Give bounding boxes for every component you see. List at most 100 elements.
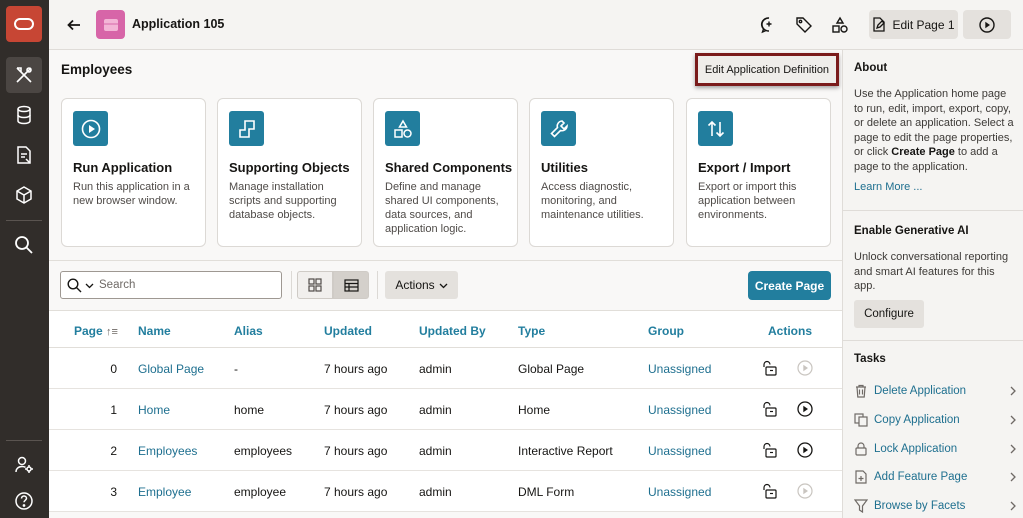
wrench-icon — [541, 111, 576, 146]
table-row: 2 Employees employees 7 hours ago admin … — [49, 430, 842, 471]
task-add-feature-page[interactable]: Add Feature Page — [854, 467, 1018, 487]
task-browse-by-facets[interactable]: Browse by Facets — [854, 496, 1018, 516]
unlock-icon[interactable] — [761, 359, 779, 377]
column-header-updated[interactable]: Updated — [324, 324, 372, 338]
tasks-section: Tasks Delete Application Copy Applicatio… — [843, 341, 1023, 518]
run-page-button[interactable] — [963, 10, 1011, 39]
search-icon[interactable] — [6, 227, 42, 263]
right-panel: About Use the Application home page to r… — [842, 50, 1023, 518]
edit-page-button[interactable]: Edit Page 1 — [869, 10, 958, 39]
app-icon — [96, 10, 125, 39]
cell-group-link[interactable]: Unassigned — [648, 444, 711, 458]
administration-icon[interactable] — [6, 447, 42, 483]
search-input[interactable] — [99, 277, 269, 293]
cell-updated: 7 hours ago — [324, 403, 388, 417]
run-page-icon[interactable] — [796, 441, 814, 459]
actions-menu-button[interactable]: Actions — [385, 271, 458, 299]
card-run-application[interactable]: Run Application Run this application in … — [61, 98, 206, 247]
chevron-down-icon — [439, 283, 448, 288]
column-header-name[interactable]: Name — [138, 324, 171, 338]
card-export-import[interactable]: Export / Import Export or import this ap… — [686, 98, 831, 247]
app-title: Application 105 — [132, 17, 225, 31]
sql-workshop-icon[interactable] — [6, 97, 42, 133]
cell-updated-by: admin — [419, 362, 452, 376]
edit-application-definition-button[interactable]: Edit Application Definition — [695, 53, 839, 86]
back-arrow-icon[interactable] — [63, 14, 85, 36]
task-lock-application[interactable]: Lock Application — [854, 439, 1018, 459]
card-utilities[interactable]: Utilities Access diagnostic, monitoring,… — [529, 98, 674, 247]
help-icon[interactable] — [6, 483, 42, 518]
chevron-right-icon — [1010, 501, 1016, 511]
play-icon — [73, 111, 108, 146]
cell-updated-by: admin — [419, 444, 452, 458]
unlock-icon[interactable] — [761, 441, 779, 459]
run-page-icon-disabled — [796, 482, 814, 500]
task-delete-application[interactable]: Delete Application — [854, 381, 1018, 401]
cell-page: 3 — [110, 485, 117, 499]
lock-icon — [855, 442, 867, 456]
column-header-page[interactable]: Page ↑≡ — [74, 324, 118, 338]
oracle-logo[interactable] — [6, 6, 42, 42]
cell-name-link[interactable]: Global Page — [138, 362, 204, 376]
column-header-type[interactable]: Type — [518, 324, 545, 338]
card-supporting-objects[interactable]: Supporting Objects Manage installation s… — [217, 98, 362, 247]
cell-group-link[interactable]: Unassigned — [648, 362, 711, 376]
page-title: Employees — [61, 62, 133, 77]
task-copy-application[interactable]: Copy Application — [854, 410, 1018, 430]
rail-divider — [6, 220, 42, 221]
card-shared-components[interactable]: Shared Components Define and manage shar… — [373, 98, 518, 247]
chevron-right-icon — [1010, 386, 1016, 396]
edit-page-label: Edit Page 1 — [892, 17, 955, 32]
configure-button[interactable]: Configure — [854, 300, 924, 328]
task-label: Copy Application — [874, 414, 960, 426]
supporting-objects-icon — [229, 111, 264, 146]
unlock-icon[interactable] — [761, 482, 779, 500]
grid-view-button[interactable] — [297, 271, 333, 299]
about-section: About Use the Application home page to r… — [843, 50, 1023, 211]
chevron-right-icon — [1010, 472, 1016, 482]
column-header-updated-by[interactable]: Updated By — [419, 324, 486, 338]
chevron-right-icon — [1010, 415, 1016, 425]
cell-page: 1 — [110, 403, 117, 417]
run-page-icon[interactable] — [796, 400, 814, 418]
cell-alias: home — [234, 403, 265, 417]
create-page-button[interactable]: Create Page — [748, 271, 831, 300]
column-header-alias[interactable]: Alias — [234, 324, 263, 338]
cell-group-link[interactable]: Unassigned — [648, 403, 711, 417]
chevron-down-icon — [85, 283, 94, 289]
cell-type: Global Page — [518, 362, 585, 376]
card-description: Run this application in a new browser wi… — [73, 181, 190, 207]
cell-name-link[interactable]: Employees — [138, 444, 197, 458]
cell-group-link[interactable]: Unassigned — [648, 485, 711, 499]
cell-name-link[interactable]: Employee — [138, 485, 191, 499]
cell-name-link[interactable]: Home — [138, 403, 170, 417]
report-view-button[interactable] — [333, 271, 369, 299]
cell-updated: 7 hours ago — [324, 362, 388, 376]
gallery-icon[interactable] — [6, 177, 42, 213]
tasks-title: Tasks — [854, 353, 886, 365]
add-comment-icon[interactable] — [757, 13, 781, 37]
team-development-icon[interactable] — [6, 137, 42, 173]
create-page-label: Create Page — [754, 278, 825, 293]
main-content: Employees Edit Application Definition Ru… — [49, 50, 842, 518]
card-title: Export / Import — [698, 160, 791, 175]
run-page-icon-disabled — [796, 359, 814, 377]
task-label: Delete Application — [874, 385, 967, 397]
card-title: Utilities — [541, 160, 588, 175]
filter-icon — [854, 499, 868, 513]
shared-components-icon[interactable] — [828, 13, 852, 37]
unlock-icon[interactable] — [761, 400, 779, 418]
cell-alias: employee — [234, 485, 287, 499]
search-column-selector[interactable] — [67, 278, 94, 293]
learn-more-link[interactable]: Learn More ... — [854, 181, 922, 193]
column-header-group[interactable]: Group — [648, 324, 684, 338]
toolbar-divider — [377, 271, 378, 299]
cell-updated: 7 hours ago — [324, 485, 388, 499]
genai-section: Enable Generative AI Unlock conversation… — [843, 211, 1023, 341]
table-icon — [343, 278, 359, 292]
app-builder-icon[interactable] — [6, 57, 42, 93]
about-title: About — [854, 62, 888, 74]
tag-icon[interactable] — [792, 13, 816, 37]
rail-divider — [6, 440, 42, 441]
search-field[interactable] — [60, 271, 282, 299]
